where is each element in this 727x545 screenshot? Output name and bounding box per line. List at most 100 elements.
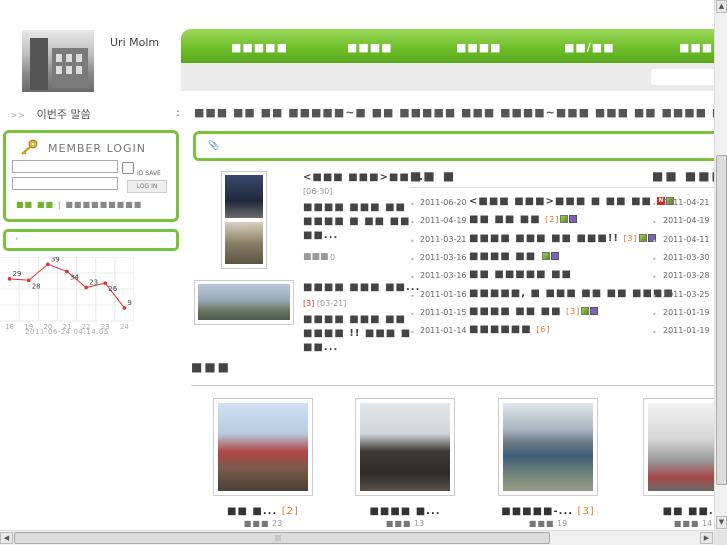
article-body-2c: ■■... [303,342,339,353]
article-count-label-1: ■■■ [303,252,329,262]
headline-text: ■■■ ■■ ■■ ■■■■■~■ ■■ ■■■■■ ■■■ ■■■■~■■■ … [194,106,714,119]
password-input[interactable] [12,177,118,190]
side-link-box[interactable]: › [3,229,179,251]
chart-data-label: 39 [51,257,60,263]
list-item-title[interactable]: ■■■■ ■■ [469,251,559,262]
weekly-word-label: 이번주 말씀 [36,108,91,121]
bullet-icon: • [410,291,415,301]
list-item[interactable]: • 2011-03-16 ■■■■ ■■ [410,250,660,268]
gallery-caption-4[interactable]: ■■ ■■... [623,506,727,517]
list-item-date: 2011-03-30 [663,252,710,262]
find-account-link[interactable]: ■■■■■■■■■ [65,200,142,209]
nav-item-3[interactable]: ■■■■ [456,41,502,54]
gallery-caption-2[interactable]: ■■■■ ■... [335,506,475,517]
list-item[interactable]: • 2011-04-19 ■■ ■■ ■■ [2] [410,213,660,231]
horizontal-scroll-thumb[interactable]: ||| [14,532,550,544]
nav-item-2[interactable]: ■■■■ [347,41,393,54]
gallery-item[interactable]: ■■ ■... [2] ■■■ 23 [213,398,313,528]
list-item-date: 2011-01-14 [420,326,467,336]
nav-item-5[interactable]: ■■■ [679,41,713,54]
gallery-views-1: ■■■ 23 [243,519,283,528]
file-attachment-icon [590,306,599,315]
gallery-item[interactable]: ■■■■ ■... ■■■ 13 [355,398,455,528]
chevron-right-icon: › [15,234,19,243]
gallery-photo-3 [503,403,593,491]
scroll-down-button[interactable]: ▼ [716,516,727,529]
list-item-title[interactable]: ■■■■ ■■■ ■■ ■■■!! [3] [469,233,656,244]
login-button[interactable]: LOG IN [127,180,167,193]
gallery-caption-3[interactable]: ■■■■■-... [3] [478,506,618,517]
board-title[interactable]: ■■ ■ [410,169,456,183]
login-title: MEMBER LOGIN [48,142,146,155]
article-thumbnail-2[interactable] [194,280,294,325]
gallery-item[interactable]: ■■■■■-... [3] ■■■ 19 [498,398,598,528]
chart-point [122,306,127,310]
bullet-icon: • [652,254,657,264]
double-arrow-icon: >> [10,111,26,121]
chart-data-label: 29 [13,270,22,278]
nav-item-1[interactable]: ■■■■■ [231,41,288,54]
list-item-comment-count: [3] [566,306,581,316]
list-item[interactable]: • 2011-01-16 ■■■■■, ■ ■■■ ■■ ■■ ■■■■ [410,287,673,305]
join-link[interactable]: ■■ ■■ [16,200,54,209]
list-item-date: 2011-03-16 [420,252,467,262]
bullet-icon: • [652,236,657,246]
list-item[interactable]: • 2011-01-15 ■■■■ ■■ ■■ [3] [410,305,660,323]
gallery-photo-2 [360,403,450,491]
login-links: ■■ ■■ | ■■■■■■■■■ [16,200,142,209]
weekly-word[interactable]: >> 이번주 말씀 : [10,106,180,122]
file-attachment-icon [550,251,559,260]
bullet-icon: • [410,328,415,338]
link-separator: | [57,200,62,209]
chart-date-label: 2011-06-24 04:14:05 [25,328,109,336]
list-item-title[interactable]: <■■■ ■■■>■■■ ■ ■■ ■■ N [469,196,675,207]
list-item-title[interactable]: ■■■■■, ■ ■■■ ■■ ■■ ■■■■ [469,288,674,299]
list-item[interactable]: • 2011-01-14 ■■■■■■ [6] [410,323,660,341]
bullet-icon: • [652,309,657,319]
vertical-scrollbar[interactable]: ▲ ▼ [714,0,727,530]
logo-text: Uri Molm [110,36,160,49]
article-body-1a: ■■■■ ■■■ ■■ [303,202,406,213]
nav-item-4[interactable]: ■■/■■ [564,41,615,54]
gallery-title[interactable]: ■■■ [191,360,231,374]
bullet-icon: • [652,328,657,338]
list-item-title[interactable]: ■■ ■■ ■■ [2] [469,214,578,225]
horizontal-scrollbar[interactable]: ◀ ||| ▶ [0,530,714,545]
scroll-right-button[interactable]: ▶ [700,532,713,544]
chart-point [65,269,69,274]
list-item-date: 2011-03-16 [420,271,467,281]
scroll-left-button[interactable]: ◀ [0,532,13,544]
list-item-title[interactable]: ■■■■ ■■ ■■ [3] [469,306,599,317]
bullet-icon: • [652,200,657,209]
file-attachment-icon [569,215,578,224]
gallery-caption-1[interactable]: ■■ ■... [2] [193,506,333,517]
list-item-title[interactable]: ■■ ■■■■■ ■■ [469,269,572,280]
bullet-icon: • [410,309,415,319]
article-body-2b: ■■■■ !! ■■■ ■ [303,328,412,339]
list-item[interactable]: • 2011-03-21 ■■■■ ■■■ ■■ ■■■!! [3] [410,232,660,250]
chart-data-label: 28 [32,282,41,290]
list-item[interactable]: • 2011-06-20 <■■■ ■■■>■■■ ■ ■■ ■■ N [410,195,675,213]
scroll-up-button[interactable]: ▲ [716,0,727,13]
list-item-date: 2011-03-25 [663,289,710,299]
list-item-title[interactable]: ■■■■■■ [6] [469,324,551,335]
list-item-date: 2011-01-19 [663,307,710,317]
id-input[interactable] [12,160,118,173]
notice-box[interactable]: 📎 [193,131,727,161]
article-body-2a: ■■■■ ■■■ ■■ [303,314,406,325]
article-num-2: [3] [303,299,315,308]
vertical-scroll-thumb[interactable] [716,155,727,485]
article-body-1c: ■■... [303,230,339,241]
logo-building-image [22,30,94,92]
chart-point [84,285,88,290]
bullet-icon: • [652,218,657,228]
id-save-checkbox[interactable] [122,162,134,174]
article-thumbnail-1[interactable] [221,171,267,269]
id-save-label: ID SAVE [137,170,161,177]
article-meta-2: [3] [03-21] [303,299,346,308]
portrait-photo [225,175,263,218]
list-item-date: 2011-04-19 [663,216,710,226]
list-item[interactable]: • 2011-03-16 ■■ ■■■■■ ■■ [410,268,660,286]
article-title-2[interactable]: ■■■■ ■■■ ■■... [303,282,420,293]
logo-area[interactable]: Uri Molm [0,0,180,95]
